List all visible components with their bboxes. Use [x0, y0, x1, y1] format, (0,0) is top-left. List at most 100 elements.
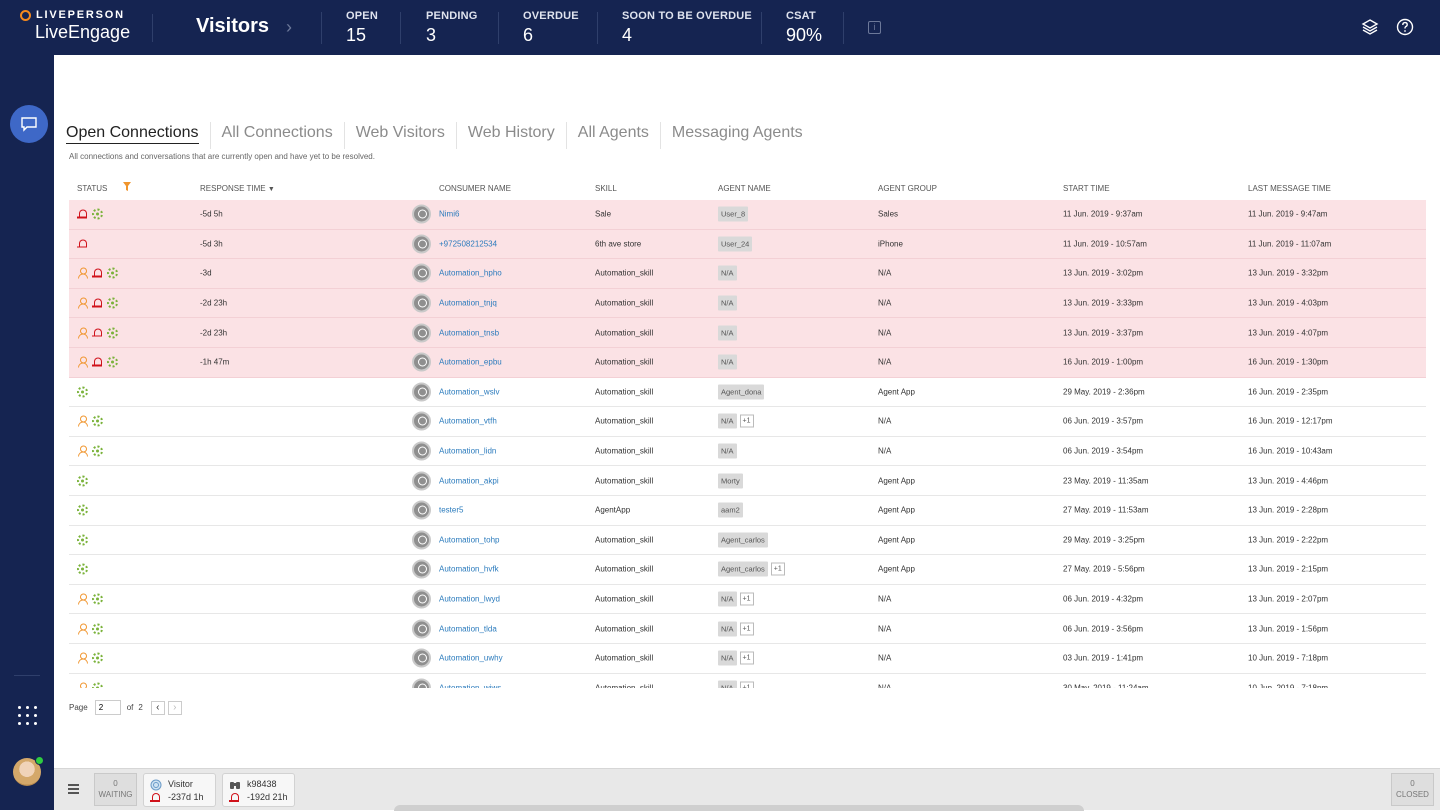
kpi-csat[interactable]: CSAT 90% [786, 10, 822, 46]
consumer-name-link[interactable]: tester5 [439, 506, 463, 515]
consumer-name-link[interactable]: Nimi6 [439, 210, 459, 219]
start-time: 30 May. 2019 - 11:24am [1063, 683, 1149, 688]
kpi-pending[interactable]: PENDING 3 [426, 10, 478, 46]
waiting-queue-button[interactable]: 0 WAITING [94, 773, 137, 806]
engagement-status-icon [77, 386, 88, 398]
apps-grid-icon[interactable] [18, 706, 38, 726]
engagement-status-icon [107, 267, 118, 279]
table-row[interactable]: Automation_vtfh Automation_skill N/A +1 N/A 0… [69, 407, 1426, 437]
divider [321, 12, 322, 44]
skill: Automation_skill [595, 653, 654, 663]
agent-chip: User_8 [718, 206, 749, 222]
conversation-card-visitor[interactable]: Visitor -237d 1h [143, 773, 216, 807]
table-row[interactable]: Automation_wiws Automation_skill N/A +1 N/A 3… [69, 674, 1426, 688]
consumer-name-link[interactable]: Automation_lwyd [439, 595, 500, 604]
filter-icon[interactable] [123, 182, 131, 193]
sidebar-item-conversations[interactable] [10, 105, 50, 143]
closed-conversations-button[interactable]: 0 CLOSED [1391, 773, 1434, 806]
page-number-input[interactable] [94, 700, 121, 715]
table-row[interactable]: -5d 3h +972508212534 6th ave store User_24 i… [69, 229, 1426, 260]
column-header-status[interactable]: STATUS [77, 184, 107, 193]
skill: Automation_skill [595, 298, 654, 308]
column-header-agent-name[interactable]: AGENT NAME [718, 184, 771, 193]
table-row[interactable]: Automation_lwyd Automation_skill N/A +1 N/A 0… [69, 585, 1426, 615]
person-icon [77, 652, 88, 664]
additional-agents-badge[interactable]: +1 [739, 622, 754, 636]
column-header-start-time[interactable]: START TIME [1063, 184, 1110, 193]
agent-group: N/A [878, 416, 892, 426]
consumer-avatar-icon [412, 589, 431, 609]
column-header-agent-group[interactable]: AGENT GROUP [878, 184, 937, 193]
response-time: -1h 47m [200, 357, 230, 367]
consumer-name-link[interactable]: Automation_wiws [439, 683, 501, 688]
column-header-response-time[interactable]: RESPONSE TIME ▼ [200, 184, 275, 193]
kpi-overdue[interactable]: OVERDUE 6 [523, 10, 579, 46]
divider [843, 12, 844, 44]
table-row[interactable]: tester5 AgentApp aam2 Agent App 27 May. 2019… [69, 496, 1426, 526]
prev-page-button[interactable]: ‹ [150, 700, 165, 715]
consumer-avatar-icon [412, 678, 431, 688]
tab-messaging-agents[interactable]: Messaging Agents [661, 122, 814, 149]
table-row[interactable]: -5d 5h Nimi6 Sale User_8 Sales 11 Jun. 2019 -… [69, 200, 1426, 230]
consumer-name-link[interactable]: Automation_hpho [439, 269, 502, 278]
layers-icon[interactable] [1360, 17, 1380, 37]
column-header-skill[interactable]: SKILL [595, 184, 617, 193]
table-row[interactable]: -1h 47m Automation_epbu Automation_skill N/… [69, 347, 1426, 378]
tab-all-agents[interactable]: All Agents [567, 122, 661, 149]
consumer-name-link[interactable]: Automation_akpi [439, 476, 499, 485]
consumer-name-link[interactable]: Automation_wslv [439, 387, 499, 396]
consumer-name-link[interactable]: Automation_hvfk [439, 565, 499, 574]
table-row[interactable]: Automation_hvfk Automation_skill Agent_car… [69, 555, 1426, 585]
column-header-consumer-name[interactable]: CONSUMER NAME [439, 184, 511, 193]
additional-agents-badge[interactable]: +1 [739, 681, 754, 688]
additional-agents-badge[interactable]: +1 [739, 651, 754, 665]
table-row[interactable]: Automation_tohp Automation_skill Agent_car… [69, 526, 1426, 556]
consumer-name-link[interactable]: Automation_tlda [439, 624, 497, 633]
conversation-card-k98438[interactable]: k98438 -192d 21h [222, 773, 295, 807]
tab-web-history[interactable]: Web History [457, 122, 567, 149]
section-title[interactable]: Visitors [196, 15, 269, 38]
additional-agents-badge[interactable]: +1 [770, 562, 785, 576]
bell-alert-icon [92, 357, 103, 368]
consumer-name-link[interactable]: Automation_tnsb [439, 328, 499, 337]
skill: AgentApp [595, 505, 631, 515]
column-header-last-message-time[interactable]: LAST MESSAGE TIME [1248, 184, 1331, 193]
table-row[interactable]: Automation_akpi Automation_skill Morty Agen… [69, 466, 1426, 496]
consumer-name-link[interactable]: Automation_vtfh [439, 417, 497, 426]
consumer-name-link[interactable]: Automation_tnjq [439, 299, 497, 308]
table-row[interactable]: -2d 23h Automation_tnjq Automation_skill N/… [69, 288, 1426, 319]
table-row[interactable]: Automation_uwhy Automation_skill N/A +1 N/A 0… [69, 644, 1426, 674]
consumer-avatar-icon [412, 441, 431, 461]
table-row[interactable]: Automation_lidn Automation_skill N/A N/A 06 … [69, 437, 1426, 467]
additional-agents-badge[interactable]: +1 [739, 592, 754, 606]
consumer-name-link[interactable]: Automation_uwhy [439, 654, 503, 663]
info-icon[interactable]: i [868, 21, 881, 34]
next-page-button[interactable]: › [167, 700, 182, 715]
additional-agents-badge[interactable]: +1 [739, 414, 754, 428]
consumer-name-link[interactable]: +972508212534 [439, 239, 497, 248]
tab-all-connections[interactable]: All Connections [211, 122, 345, 149]
consumer-name-link[interactable]: Automation_tohp [439, 535, 500, 544]
table-row[interactable]: Automation_wslv Automation_skill Agent_don… [69, 378, 1426, 408]
start-time: 11 Jun. 2019 - 9:37am [1063, 209, 1143, 219]
consumer-name-link[interactable]: Automation_epbu [439, 358, 502, 367]
menu-icon[interactable] [68, 784, 79, 794]
consumer-avatar-icon [412, 352, 431, 372]
kpi-soon-overdue[interactable]: SOON TO BE OVERDUE 4 [622, 10, 752, 46]
liveperson-ring-icon [20, 9, 31, 21]
table-body: -5d 5h Nimi6 Sale User_8 Sales 11 Jun. 2019 -… [69, 200, 1426, 688]
table-row[interactable]: -2d 23h Automation_tnsb Automation_skill N/… [69, 318, 1426, 348]
table-row[interactable]: -3d Automation_hpho Automation_skill N/A N/A… [69, 259, 1426, 289]
bell-alert-icon [92, 327, 103, 338]
last-message-time: 10 Jun. 2019 - 7:18pm [1248, 683, 1329, 688]
agent-name: N/A +1 [718, 680, 754, 688]
agent-name: N/A [718, 443, 737, 459]
table-row[interactable]: Automation_tlda Automation_skill N/A +1 N/A 0… [69, 614, 1426, 644]
start-time: 03 Jun. 2019 - 1:41pm [1063, 653, 1144, 663]
chevron-right-icon[interactable]: › [286, 17, 292, 38]
tab-open-connections[interactable]: Open Connections [66, 122, 211, 149]
tab-web-visitors[interactable]: Web Visitors [345, 122, 457, 149]
kpi-open[interactable]: OPEN 15 [346, 10, 378, 46]
consumer-name-link[interactable]: Automation_lidn [439, 447, 496, 456]
help-icon[interactable] [1395, 17, 1415, 37]
